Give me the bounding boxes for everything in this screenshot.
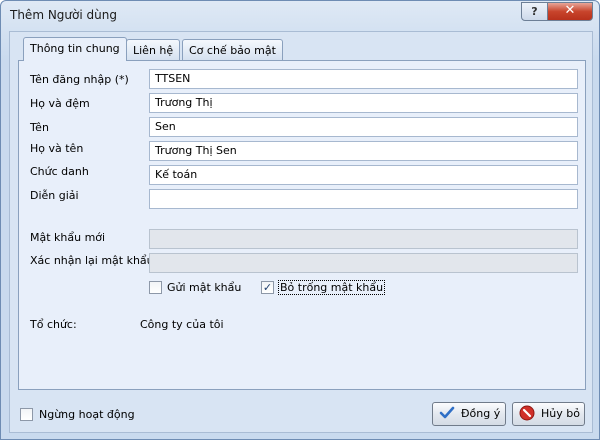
full-name-field[interactable]: Trương Thị Sen xyxy=(149,141,578,161)
organization-value: Công ty của tôi xyxy=(140,318,224,331)
title-bar[interactable]: Thêm Người dùng ? ✕ xyxy=(1,1,599,31)
confirm-password-field[interactable] xyxy=(149,253,578,273)
job-title-label: Chức danh xyxy=(30,165,89,178)
confirm-password-label: Xác nhận lại mật khẩu xyxy=(30,254,154,267)
first-name-field[interactable]: Sen xyxy=(149,117,578,137)
new-password-label: Mật khẩu mới xyxy=(30,231,106,244)
username-field[interactable]: TTSEN xyxy=(149,69,578,89)
send-password-label[interactable]: Gửi mật khẩu xyxy=(167,281,241,294)
first-name-label: Tên xyxy=(30,121,49,134)
new-password-field[interactable] xyxy=(149,229,578,249)
description-field[interactable] xyxy=(149,189,578,209)
send-password-checkbox[interactable] xyxy=(149,281,162,294)
blank-password-label[interactable]: Bỏ trống mật khẩu xyxy=(278,280,386,295)
organization-label: Tổ chức: xyxy=(30,318,77,331)
description-label: Diễn giải xyxy=(30,189,79,202)
checkmark-icon xyxy=(439,405,455,421)
tab-contact[interactable]: Liên hệ xyxy=(126,39,181,60)
cancel-button-label: Hủy bỏ xyxy=(541,407,580,420)
blank-password-checkbox[interactable]: ✓ xyxy=(261,281,274,294)
cancel-icon xyxy=(519,405,535,421)
inactive-checkbox[interactable] xyxy=(20,408,33,421)
username-label: Tên đăng nhập (*) xyxy=(30,73,129,86)
cancel-button[interactable]: Hủy bỏ xyxy=(512,402,585,426)
window-title: Thêm Người dùng xyxy=(10,8,117,22)
help-button[interactable]: ? xyxy=(521,2,548,21)
dialog-window: Thêm Người dùng ? ✕ Thông tin chung Liên… xyxy=(0,0,600,440)
last-middle-name-label: Họ và đệm xyxy=(30,97,90,110)
tab-panel-general-info: Tên đăng nhập (*) TTSEN Họ và đệm Trương… xyxy=(18,60,586,390)
last-middle-name-field[interactable]: Trương Thị xyxy=(149,93,578,113)
tab-general-info[interactable]: Thông tin chung xyxy=(23,37,127,61)
ok-button-label: Đồng ý xyxy=(461,407,501,420)
close-button[interactable]: ✕ xyxy=(547,2,593,21)
job-title-field[interactable]: Kế toán xyxy=(149,165,578,185)
full-name-label: Họ và tên xyxy=(30,142,84,155)
tab-security[interactable]: Cơ chế bảo mật xyxy=(182,39,283,60)
ok-button[interactable]: Đồng ý xyxy=(432,402,506,426)
inactive-label[interactable]: Ngừng hoạt động xyxy=(39,408,135,421)
dialog-body: Thông tin chung Liên hệ Cơ chế bảo mật T… xyxy=(9,31,593,433)
